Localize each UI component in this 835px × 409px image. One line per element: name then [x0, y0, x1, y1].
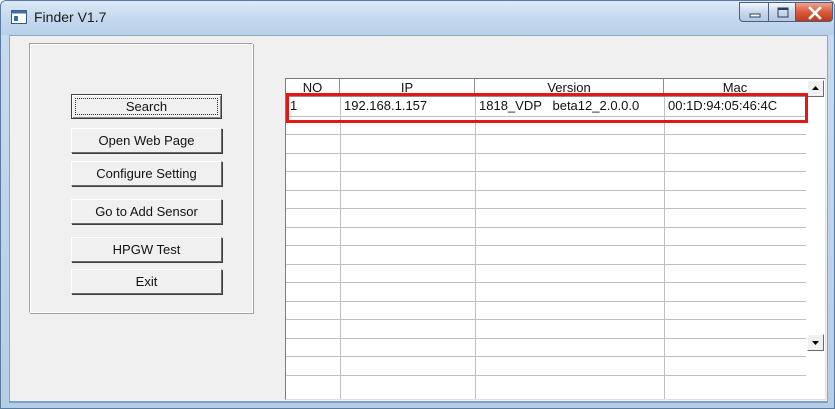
hpgw-test-label: HPGW Test: [112, 242, 181, 257]
window-bottom-border: [9, 401, 828, 403]
grid-row-divider: [286, 227, 806, 228]
focus-rectangle: [75, 98, 218, 115]
grid-row-divider: [286, 171, 806, 172]
scroll-up-button[interactable]: [807, 80, 824, 97]
grid-row-divider: [286, 245, 806, 246]
open-web-page-label: Open Web Page: [98, 133, 195, 148]
grid-row-divider: [286, 375, 806, 376]
finder-window: Finder V1.7 Search Open Web Page Configu…: [0, 0, 835, 409]
grid-row-divider: [286, 134, 806, 135]
device-list[interactable]: NO IP Version Mac 1 192.168.1.157 1818_V…: [285, 78, 826, 400]
grid-row-divider: [286, 282, 806, 283]
grid-column-divider: [475, 97, 476, 399]
grid-column-divider: [664, 97, 665, 399]
minimize-icon: [749, 13, 761, 18]
grid-row-divider: [286, 264, 806, 265]
hpgw-test-button[interactable]: HPGW Test: [71, 237, 222, 262]
vertical-scrollbar[interactable]: [806, 79, 825, 399]
grid-row-divider: [286, 338, 806, 339]
scroll-down-arrow-icon: [812, 341, 819, 345]
grid-row-divider: [286, 356, 806, 357]
scroll-down-button[interactable]: [807, 334, 824, 351]
open-web-page-button[interactable]: Open Web Page: [71, 128, 222, 153]
grid-row-divider: [286, 208, 806, 209]
close-icon: [808, 6, 822, 20]
window-app-icon: [11, 10, 27, 24]
window-title: Finder V1.7: [34, 9, 107, 25]
grid-row-divider: [286, 301, 806, 302]
scroll-up-arrow-icon: [812, 86, 819, 90]
maximize-icon: [777, 7, 789, 18]
close-button[interactable]: [795, 2, 833, 22]
title-bar[interactable]: Finder V1.7: [1, 1, 834, 35]
grid-column-divider: [340, 97, 341, 399]
search-button[interactable]: Search: [71, 94, 222, 119]
grid-row-divider: [286, 190, 806, 191]
grid-row-divider: [286, 319, 806, 320]
grid-row-divider: [286, 153, 806, 154]
exit-button[interactable]: Exit: [71, 269, 222, 294]
device-list-grid: NO IP Version Mac 1 192.168.1.157 1818_V…: [286, 79, 806, 399]
configure-setting-label: Configure Setting: [96, 166, 197, 181]
exit-label: Exit: [135, 274, 158, 289]
maximize-button[interactable]: [768, 2, 796, 22]
add-sensor-label: Go to Add Sensor: [95, 204, 198, 219]
configure-setting-button[interactable]: Configure Setting: [71, 161, 222, 186]
selected-row-highlight: [286, 93, 808, 123]
add-sensor-button[interactable]: Go to Add Sensor: [71, 199, 222, 224]
minimize-button[interactable]: [739, 2, 769, 22]
